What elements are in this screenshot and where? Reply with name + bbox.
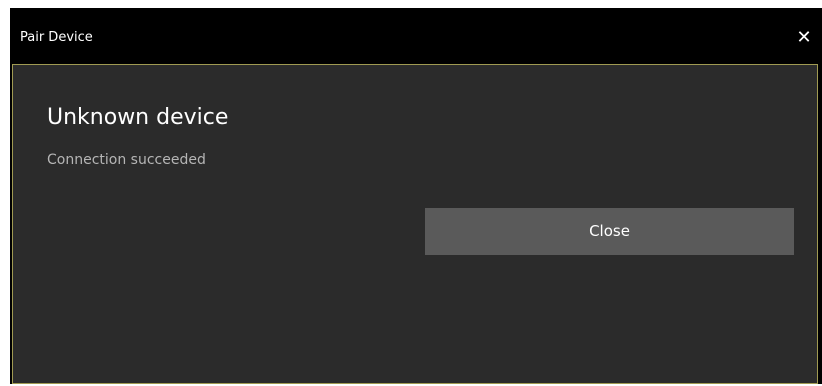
device-name-heading: Unknown device xyxy=(47,105,229,130)
close-icon[interactable]: ✕ xyxy=(786,22,822,54)
window-title: Pair Device xyxy=(20,30,93,45)
connection-status-text: Connection succeeded xyxy=(47,152,206,168)
dialog-content: Unknown device Connection succeeded Clos… xyxy=(12,64,818,384)
pair-device-window: Pair Device ✕ Unknown device Connection … xyxy=(10,8,822,384)
close-button[interactable]: Close xyxy=(425,208,794,255)
title-bar: Pair Device ✕ xyxy=(10,8,822,64)
